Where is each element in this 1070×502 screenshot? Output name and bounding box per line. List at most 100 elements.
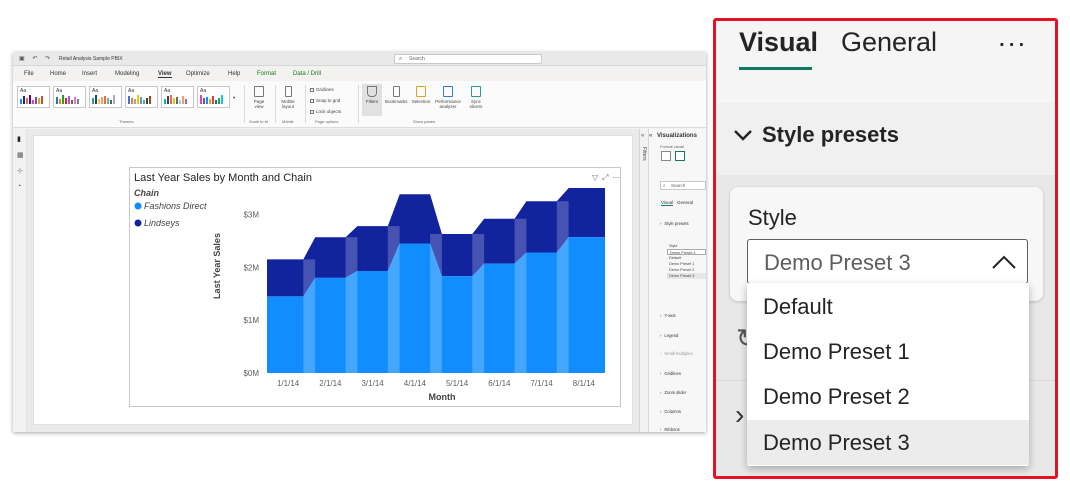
dropdown-option-default[interactable]: Default	[747, 284, 1029, 329]
visualizations-pane: « Visualizations Format visual ⌕ Search …	[648, 129, 706, 432]
style-dropdown-small[interactable]: Style Demo Preset 3 Default Demo Preset …	[667, 243, 706, 279]
chevron-right-icon[interactable]: ›	[735, 399, 744, 431]
theme-swatch[interactable]: Aa	[197, 86, 230, 108]
tab-visual[interactable]: Visual	[739, 27, 818, 58]
menu-format[interactable]: Format	[257, 71, 276, 77]
style-dropdown[interactable]: Demo Preset 3	[747, 239, 1028, 284]
chevron-left-icon[interactable]: «	[641, 133, 644, 139]
filter-icon[interactable]: ▽	[592, 173, 599, 182]
report-view-icon[interactable]: ▮	[17, 135, 21, 143]
legend-label-lindseys: Lindseys	[144, 218, 180, 228]
scale-to-fit-label: Scale to fit	[249, 119, 268, 124]
ribbon-transition	[430, 234, 442, 373]
title-search-box[interactable]: ⌕ Search	[394, 54, 542, 64]
menu-optimize[interactable]: Optimize	[186, 71, 210, 77]
theme-swatch[interactable]: Aa	[125, 86, 158, 108]
more-options-icon[interactable]: ⋯	[612, 173, 620, 182]
dax-query-view-icon[interactable]: ◔	[17, 183, 21, 190]
performance-analyzer-button[interactable]: Performance analyzer	[434, 86, 462, 109]
chart-title: Last Year Sales by Month and Chain	[134, 172, 312, 184]
filter-icon	[367, 86, 377, 97]
legend-title: Chain	[134, 188, 160, 198]
sync-slicers-icon	[471, 86, 481, 97]
area-chart-visual[interactable]: $0M $1M $2M $3M 1/1/14 2/1/14 3/1/14 4/1/14 5/1/…	[129, 167, 621, 407]
gridlines-checkbox[interactable]: Gridlines	[310, 87, 334, 92]
format-visual-icon[interactable]	[675, 151, 685, 161]
menu-help[interactable]: Help	[228, 71, 240, 77]
menu-modeling[interactable]: Modeling	[115, 71, 139, 77]
menu-insert[interactable]: Insert	[82, 71, 97, 77]
y-tick-label: $3M	[243, 210, 259, 219]
legend-marker-fashions-direct	[134, 202, 142, 210]
mobile-layout-icon	[284, 86, 292, 97]
filters-pane-button[interactable]: Filters	[362, 84, 382, 116]
focus-mode-icon[interactable]: ⤢	[601, 173, 608, 182]
small-multiples-section[interactable]: Small multiples	[660, 351, 692, 356]
tab-general-small[interactable]: General	[677, 200, 693, 205]
style-presets-section-header[interactable]: Style presets	[716, 103, 1055, 175]
x-axis-title: Month	[429, 392, 456, 402]
legend-marker-lindseys	[134, 219, 142, 227]
theme-swatch[interactable]: Aa	[53, 86, 86, 108]
search-icon: ⌕	[399, 56, 403, 62]
menu-file[interactable]: File	[24, 71, 34, 77]
x-tick-label: 1/1/14	[277, 379, 300, 388]
themes-more-icon[interactable]: ▾	[233, 95, 235, 101]
ribbon-transition	[345, 237, 358, 373]
selection-pane-button[interactable]: Selection	[410, 86, 432, 104]
filters-pane-label: Filters	[641, 147, 647, 161]
chevron-down-icon	[734, 130, 752, 141]
snap-to-grid-checkbox[interactable]: Snap to grid	[310, 98, 340, 103]
theme-swatch[interactable]: Aa	[17, 86, 50, 108]
power-bi-window: ▣ ↶ ↷ Retail Analysis Sample PBIX ⌕ Sear…	[13, 52, 706, 432]
sync-slicers-button[interactable]: Sync slicers	[465, 86, 487, 109]
y-axis-section[interactable]: Y-axis	[660, 313, 675, 318]
lock-objects-checkbox[interactable]: Lock objects	[310, 109, 341, 114]
visualizations-title: Visualizations	[657, 133, 697, 139]
dropdown-option-demo-preset-3[interactable]: Demo Preset 3	[747, 420, 1029, 465]
show-panes-label: Show panes	[413, 119, 436, 124]
title-bar: ▣ ↶ ↷ Retail Analysis Sample PBIX ⌕ Sear…	[13, 52, 706, 66]
page-view-button[interactable]: Page view	[249, 86, 269, 109]
x-tick-label: 7/1/14	[530, 379, 553, 388]
tab-general[interactable]: General	[841, 27, 937, 58]
ribbon-transition	[556, 201, 569, 373]
chevron-left-icon[interactable]: «	[649, 133, 652, 139]
dropdown-option-demo-preset-2[interactable]: Demo Preset 2	[747, 374, 1029, 419]
ribbon-separator	[275, 85, 276, 123]
menu-view[interactable]: View	[158, 71, 172, 78]
style-presets-section-small[interactable]: Style presets	[660, 221, 688, 226]
y-tick-label: $1M	[243, 316, 259, 325]
bookmarks-pane-button[interactable]: Bookmarks	[385, 86, 408, 104]
format-search-box[interactable]: ⌕ Search	[660, 181, 706, 190]
search-icon: ⌕	[663, 183, 666, 188]
table-view-icon[interactable]: ▦	[17, 151, 24, 159]
theme-swatch[interactable]: Aa	[161, 86, 194, 108]
zoom-slider-section[interactable]: Zoom slider	[660, 390, 686, 395]
window-title: Retail Analysis Sample PBIX	[59, 56, 123, 62]
active-tab-indicator	[739, 67, 812, 70]
x-tick-label: 4/1/14	[404, 379, 427, 388]
page-view-icon	[254, 86, 264, 97]
more-options-icon[interactable]: ...	[998, 21, 1027, 53]
mobile-layout-button[interactable]: Mobile layout	[278, 86, 298, 109]
style-dropdown-list: Default Demo Preset 1 Demo Preset 2 Demo…	[747, 283, 1029, 466]
menu-data-drill[interactable]: Data / Drill	[293, 71, 321, 77]
tab-visual-small[interactable]: Visual	[661, 200, 674, 206]
y-tick-label: $2M	[243, 263, 259, 272]
model-view-icon[interactable]: ⊹	[17, 167, 23, 175]
gridlines-section[interactable]: Gridlines	[660, 371, 681, 376]
theme-swatch[interactable]: Aa	[89, 86, 122, 108]
report-canvas: $0M $1M $2M $3M 1/1/14 2/1/14 3/1/14 4/1/14 5/1/…	[27, 129, 639, 432]
filters-pane-collapsed[interactable]: « Filters	[639, 129, 648, 432]
build-visual-icon[interactable]	[661, 151, 671, 161]
menu-home[interactable]: Home	[50, 71, 66, 77]
dropdown-option-demo-preset-1[interactable]: Demo Preset 1	[747, 329, 1029, 374]
quick-access-icons[interactable]: ▣ ↶ ↷	[19, 55, 53, 62]
ribbons-section[interactable]: Ribbons	[660, 427, 679, 432]
columns-section[interactable]: Columns	[660, 409, 681, 414]
legend-section[interactable]: Legend	[660, 333, 678, 338]
page-options-label: Page options	[315, 119, 339, 124]
style-dropdown-value: Demo Preset 3	[764, 250, 911, 275]
performance-analyzer-icon	[443, 86, 453, 97]
